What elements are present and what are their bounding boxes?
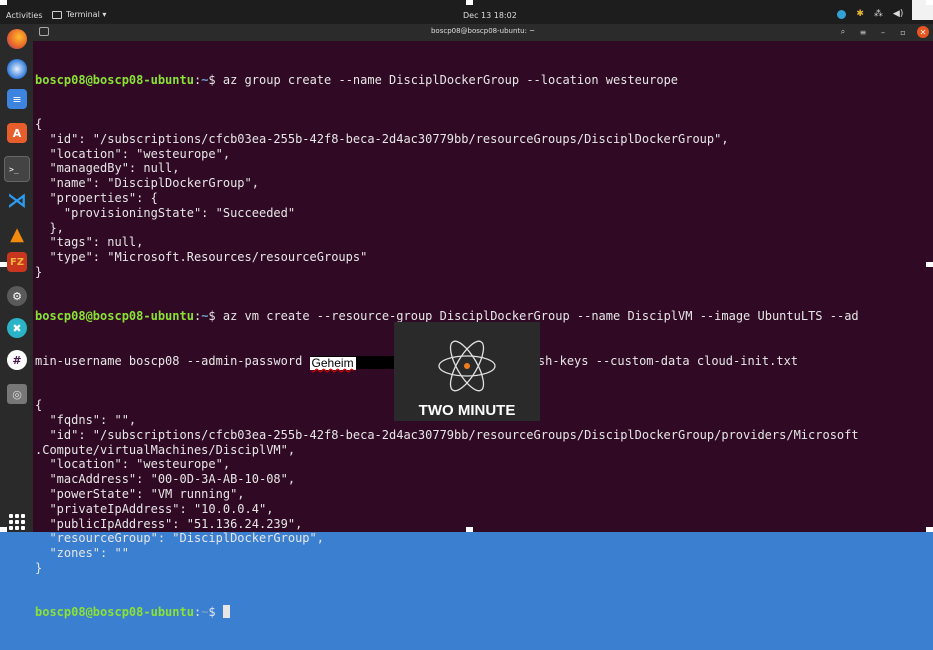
terminal-window: boscp08@boscp08-ubuntu: ~ ⌕ ≡ – ▫ ✕ bosc… bbox=[33, 24, 933, 619]
output-line: "provisioningState": "Succeeded" bbox=[35, 205, 296, 220]
show-apps-icon[interactable] bbox=[9, 514, 25, 530]
command-line: boscp08@boscp08-ubuntu:~$ bbox=[35, 605, 931, 620]
atom-icon bbox=[438, 340, 496, 392]
output-line: "privateIpAddress": "10.0.0.4", bbox=[35, 501, 274, 516]
command-text: min-username boscp08 --admin-password bbox=[35, 353, 310, 368]
vm-create-output: { "fqdns": "", "id": "/subscriptions/cfc… bbox=[35, 398, 931, 576]
output-line: }, bbox=[35, 220, 64, 235]
output-line: } bbox=[35, 264, 43, 279]
software-icon[interactable]: A bbox=[7, 123, 27, 143]
output-line: "publicIpAddress": "51.136.24.239", bbox=[35, 516, 303, 531]
corner-marker bbox=[466, 0, 473, 5]
output-line: "location": "westeurope", bbox=[35, 146, 231, 161]
vscode-icon[interactable]: ⋊ bbox=[7, 188, 27, 212]
output-line: "properties": { bbox=[35, 190, 158, 205]
clock[interactable]: Dec 13 18:02 bbox=[463, 11, 517, 20]
command-text: az group create --name DisciplDockerGrou… bbox=[215, 72, 679, 87]
terminal-app-menu[interactable]: Terminal ▾ bbox=[52, 10, 106, 19]
terminal-menu-label: Terminal ▾ bbox=[66, 10, 107, 19]
corner-marker bbox=[926, 527, 933, 532]
files-icon[interactable]: ≡ bbox=[7, 89, 27, 109]
network-icon[interactable]: ⁂ bbox=[874, 9, 883, 19]
thunderbird-icon[interactable] bbox=[7, 59, 27, 79]
filezilla-icon[interactable]: FZ bbox=[7, 252, 27, 272]
group-create-output: { "id": "/subscriptions/cfcb03ea-255b-42… bbox=[35, 117, 931, 280]
prompt-user: boscp08@boscp08-ubuntu bbox=[35, 605, 194, 620]
corner-marker bbox=[466, 527, 473, 532]
output-line: { bbox=[35, 116, 43, 131]
prompt-symbol: $ bbox=[208, 605, 216, 620]
output-line: "tags": null, bbox=[35, 235, 144, 250]
password-text: Geheim bbox=[309, 355, 356, 370]
volume-icon[interactable]: ◀) bbox=[893, 9, 903, 19]
window-title: boscp08@boscp08-ubuntu: ~ bbox=[430, 27, 536, 35]
window-titlebar[interactable]: boscp08@boscp08-ubuntu: ~ ⌕ ≡ – ▫ ✕ bbox=[33, 24, 933, 41]
output-line: "resourceGroup": "DisciplDockerGroup", bbox=[35, 531, 324, 546]
hamburger-menu-icon[interactable]: ≡ bbox=[857, 26, 869, 38]
corner-marker bbox=[926, 0, 933, 5]
text-cursor bbox=[222, 605, 230, 619]
output-line: "macAddress": "00-0D-3A-AB-10-08", bbox=[35, 472, 296, 487]
prompt-symbol: $ bbox=[208, 72, 216, 87]
output-line: "name": "DisciplDockerGroup", bbox=[35, 176, 259, 191]
output-line: "powerState": "VM running", bbox=[35, 486, 245, 501]
slack-tray-icon[interactable]: ✱ bbox=[856, 9, 864, 19]
window-controls: ⌕ ≡ – ▫ ✕ bbox=[837, 26, 929, 38]
activities-button[interactable]: Activities bbox=[6, 11, 43, 20]
output-line: "id": "/subscriptions/cfcb03ea-255b-42f8… bbox=[35, 427, 859, 442]
status-app-icon[interactable] bbox=[837, 9, 847, 19]
close-icon[interactable]: ✕ bbox=[917, 26, 929, 38]
corner-marker bbox=[0, 262, 7, 267]
terminal-small-icon bbox=[52, 10, 62, 19]
output-line: "id": "/subscriptions/cfcb03ea-255b-42f8… bbox=[35, 131, 729, 146]
output-line: "managedBy": null, bbox=[35, 161, 180, 176]
logo-text: TWO MINUTE bbox=[418, 402, 516, 419]
prompt-user: boscp08@boscp08-ubuntu bbox=[35, 309, 194, 324]
minimize-icon[interactable]: – bbox=[877, 26, 889, 38]
output-line: "type": "Microsoft.Resources/resourceGro… bbox=[35, 250, 368, 265]
two-minute-logo-overlay: TWO MINUTE bbox=[394, 322, 540, 421]
prompt-symbol: $ bbox=[208, 309, 216, 324]
vlc-icon[interactable]: ▲ bbox=[7, 224, 27, 245]
output-line: } bbox=[35, 560, 43, 575]
maximize-icon[interactable]: ▫ bbox=[897, 26, 909, 38]
search-icon[interactable]: ⌕ bbox=[837, 26, 849, 38]
firefox-icon[interactable] bbox=[7, 29, 27, 49]
disk-icon[interactable]: ◎ bbox=[7, 384, 27, 404]
corner-marker bbox=[0, 527, 7, 532]
output-line: "zones": "" bbox=[35, 546, 129, 561]
command-line: boscp08@boscp08-ubuntu:~$ az group creat… bbox=[35, 72, 679, 87]
terminal-icon[interactable]: >_ bbox=[4, 156, 30, 182]
output-line: "location": "westeurope", bbox=[35, 457, 231, 472]
settings-icon[interactable]: ⚙ bbox=[7, 286, 27, 306]
corner-marker bbox=[926, 262, 933, 267]
corner-marker bbox=[0, 0, 7, 5]
slack-icon[interactable]: # bbox=[7, 350, 27, 370]
dock: ≡ A >_ ⋊ ▲ FZ ⚙ ✖ # ◎ bbox=[0, 24, 33, 532]
prompt-path: ~ bbox=[201, 605, 209, 620]
output-line: .Compute/virtualMachines/DisciplVM", bbox=[35, 442, 296, 457]
prompt-user: boscp08@boscp08-ubuntu bbox=[35, 72, 194, 87]
xmind-icon[interactable]: ✖ bbox=[7, 318, 27, 338]
